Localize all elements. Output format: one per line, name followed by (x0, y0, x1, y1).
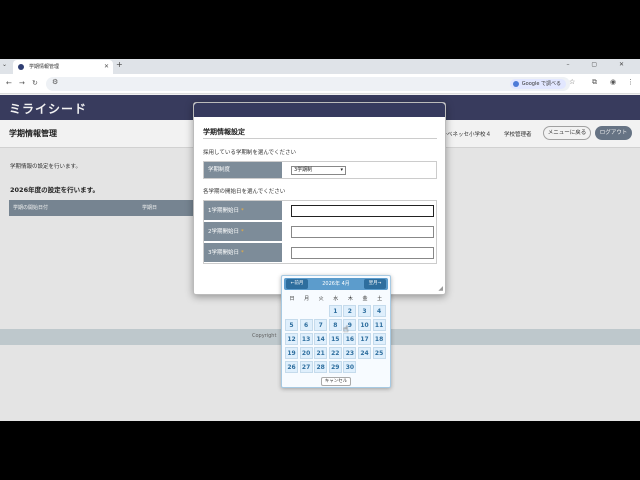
datepicker-header: ←前月 2026年 4月 翌月→ (284, 278, 388, 290)
resize-grip-icon[interactable]: ◢ (438, 285, 443, 292)
day-cell[interactable]: 30 (343, 361, 357, 373)
next-month-button[interactable]: 翌月→ (364, 279, 386, 289)
day-cell[interactable]: 18 (372, 333, 386, 345)
required-mark: * (241, 250, 244, 256)
bookmark-star-icon[interactable]: ☆ (569, 78, 575, 86)
term3-start-input[interactable] (291, 247, 434, 259)
tab-search-icon[interactable]: ⌄ (2, 61, 7, 68)
day-cell[interactable]: 6 (299, 319, 313, 331)
term1-start-input[interactable] (291, 205, 434, 217)
forward-icon[interactable]: → (19, 79, 25, 87)
url-field[interactable]: ⚙ Google で調べる (46, 77, 570, 91)
day-cell[interactable]: 25 (372, 347, 386, 359)
weekday-label: 月 (304, 296, 310, 302)
google-search-label: Google で調べる (521, 81, 561, 87)
term-system-row: 学期制度 3学期制 ▾ (203, 161, 437, 179)
extensions-icon[interactable]: ⧉ (592, 78, 597, 87)
prev-month-button[interactable]: ←前月 (286, 279, 308, 289)
term-settings-dialog: 学期情報設定 採用している学期制を選んでください 学期制度 3学期制 ▾ 各学期… (193, 102, 446, 295)
empty-day-cell (300, 305, 313, 317)
empty-day-cell (285, 305, 298, 317)
date-row-label: 1学期開始日 (208, 208, 239, 214)
weekday-label: 火 (318, 296, 324, 302)
day-cell[interactable]: 19 (285, 347, 298, 359)
cancel-button[interactable]: キャンセル (321, 377, 351, 386)
profile-icon[interactable]: ◉ (610, 78, 616, 86)
term2-start-input[interactable] (291, 226, 434, 238)
term-system-label: 学期制度 (204, 162, 282, 178)
day-cell[interactable]: 20 (299, 347, 313, 359)
term-system-select[interactable]: 3学期制 ▾ (291, 166, 346, 175)
weekday-label: 木 (347, 296, 353, 302)
day-cell[interactable]: 15 (328, 333, 342, 345)
day-cell[interactable]: 17 (358, 333, 371, 345)
window-controls[interactable]: – ▢ ✕ (566, 61, 634, 68)
tab-active[interactable]: 学期情報管理 ✕ (13, 60, 113, 74)
day-cell[interactable]: 3 (358, 305, 371, 317)
empty-day-cell (358, 361, 371, 373)
day-cell[interactable]: 27 (299, 361, 313, 373)
term1-start-label: 1学期開始日 * (204, 201, 282, 221)
weekday-row: 日月火水木金土 (285, 295, 389, 303)
day-cell[interactable]: 14 (314, 333, 328, 345)
day-cell[interactable]: 22 (328, 347, 342, 359)
chevron-down-icon: ▾ (340, 167, 343, 173)
day-grid: 1 2 3 4 5 6 7 8 9 10 11 12 13 14 15 16 17 18 19 20 21 22 23 24 2… (285, 305, 389, 375)
datepicker: ←前月 2026年 4月 翌月→ 日月火水木金土 1 2 3 4 5 6 7 8 9 10 11 12… (281, 275, 391, 388)
day-cell[interactable]: 23 (343, 347, 357, 359)
day-cell[interactable]: 7 (314, 319, 328, 331)
date-row-label: 3学期開始日 (208, 250, 239, 256)
day-cell[interactable]: 12 (285, 333, 298, 345)
address-bar-area: ← → ↻ ⚙ Google で調べる ☆ ⧉ ◉ ⋮ (0, 74, 640, 94)
weekday-label: 金 (362, 296, 368, 302)
google-icon (512, 81, 519, 87)
empty-day-cell (314, 305, 327, 317)
day-cell[interactable]: 4 (372, 305, 386, 317)
weekday-label: 日 (289, 296, 295, 302)
term-system-question: 採用している学期制を選んでください (203, 150, 297, 156)
favicon-icon (18, 64, 24, 70)
term3-start-label: 3学期開始日 * (204, 243, 282, 263)
day-cell[interactable]: 26 (285, 361, 298, 373)
day-cell[interactable]: 2 (343, 305, 357, 317)
dialog-title: 学期情報設定 (203, 128, 245, 136)
close-tab-icon[interactable]: ✕ (104, 60, 109, 74)
day-cell[interactable]: 28 (314, 361, 328, 373)
day-cell[interactable]: 21 (314, 347, 328, 359)
date-row-label: 2学期開始日 (208, 229, 239, 235)
empty-day-cell (373, 361, 386, 373)
new-tab-icon[interactable]: + (116, 60, 123, 69)
weekday-label: 土 (377, 296, 383, 302)
reload-icon[interactable]: ↻ (32, 79, 38, 87)
weekday-label: 水 (333, 296, 339, 302)
day-cell[interactable]: 29 (328, 361, 342, 373)
day-cell[interactable]: 5 (285, 319, 298, 331)
required-mark: * (241, 208, 244, 214)
term-system-value: 3学期制 (294, 167, 313, 173)
google-search-chip[interactable]: Google で調べる (509, 79, 566, 89)
site-info-icon[interactable]: ⚙ (52, 78, 58, 86)
day-cell[interactable]: 8 (328, 319, 342, 331)
divider (203, 138, 437, 139)
day-cell[interactable]: 1 (328, 305, 342, 317)
month-title: 2026年 4月 (322, 281, 350, 287)
dialog-title-bar[interactable] (194, 103, 445, 117)
day-cell[interactable]: 11 (372, 319, 386, 331)
day-cell[interactable]: 13 (299, 333, 313, 345)
back-icon[interactable]: ← (6, 79, 12, 87)
day-cell[interactable]: 24 (358, 347, 371, 359)
browser-menu-icon[interactable]: ⋮ (627, 78, 634, 86)
tab-title: 学期情報管理 (29, 64, 60, 70)
day-cell[interactable]: 10 (358, 319, 371, 331)
hand-cursor-icon: ☝ (343, 325, 349, 335)
tab-strip: ⌄ 学期情報管理 ✕ + – ▢ ✕ (0, 59, 640, 74)
start-dates-table: 1学期開始日 * 2学期開始日 * 3学期開始日 * (203, 200, 437, 264)
term2-start-label: 2学期開始日 * (204, 222, 282, 242)
required-mark: * (241, 229, 244, 235)
start-dates-question: 各学期の開始日を選んでください (203, 189, 286, 195)
